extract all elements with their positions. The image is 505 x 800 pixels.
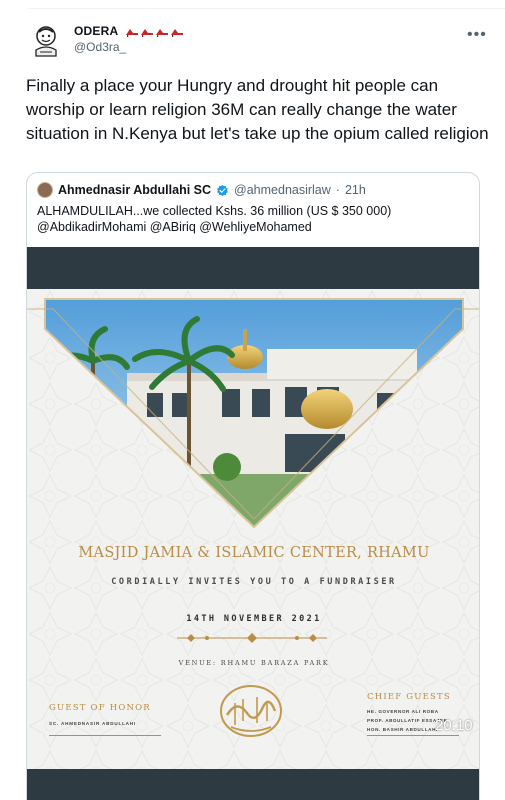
author-name-row[interactable]: ODERA xyxy=(74,24,184,38)
quoted-text: ALHAMDULILAH...we collected Kshs. 36 mil… xyxy=(37,204,392,234)
ornament-divider xyxy=(177,633,327,643)
chief-guest-item: HE. GOVERNOR ALI ROBA xyxy=(367,709,439,714)
mosque-illustration xyxy=(27,298,479,529)
quoted-time[interactable]: 21h xyxy=(345,183,366,197)
video-media[interactable]: MASJID JAMIA & ISLAMIC CENTER, RHAMU COR… xyxy=(27,247,479,800)
more-horizontal-icon[interactable]: ••• xyxy=(467,26,487,44)
high-heel-icon xyxy=(141,29,154,37)
guest-underline xyxy=(49,735,161,736)
quoted-author-name[interactable]: Ahmednasir Abdullahi SC xyxy=(58,183,211,197)
bismillah-calligraphy-icon xyxy=(220,685,282,737)
author-name[interactable]: ODERA xyxy=(74,24,118,38)
quoted-tweet-card[interactable]: Ahmednasir Abdullahi SC @ahmednasirlaw ·… xyxy=(26,172,480,800)
poster-date: 14TH NOVEMBER 2021 xyxy=(186,614,322,624)
meta-separator: · xyxy=(335,183,340,197)
high-heel-icon xyxy=(126,29,139,37)
guest-of-honor-label: GUEST OF HONOR xyxy=(49,703,151,713)
quoted-author-handle[interactable]: @ahmednasirlaw xyxy=(234,183,331,197)
chief-underline xyxy=(367,735,459,736)
fundraiser-poster: MASJID JAMIA & ISLAMIC CENTER, RHAMU COR… xyxy=(27,289,479,769)
poster-title: MASJID JAMIA & ISLAMIC CENTER, RHAMU xyxy=(78,545,430,561)
name-emojis xyxy=(125,25,184,37)
quoted-author-avatar[interactable] xyxy=(37,182,53,198)
high-heel-icon xyxy=(156,29,169,37)
chief-guests-label: CHIEF GUESTS xyxy=(367,692,451,702)
guest-of-honor-name: SC. AHMEDNASIR ABDULLAHI xyxy=(49,721,136,726)
tweet-text: Finally a place your Hungry and drought … xyxy=(26,76,489,143)
poster-invite: CORDIALLY INVITES YOU TO A FUNDRAISER xyxy=(111,577,397,587)
video-timer: 20:10 xyxy=(435,717,473,734)
quoted-header: Ahmednasir Abdullahi SC @ahmednasirlaw ·… xyxy=(37,182,366,198)
verified-badge-icon xyxy=(217,184,228,196)
top-divider xyxy=(28,8,505,9)
author-handle[interactable]: @Od3ra_ xyxy=(74,40,126,54)
poster-venue: VENUE: RHAMU BARAZA PARK xyxy=(178,659,330,667)
author-avatar[interactable] xyxy=(30,22,62,62)
high-heel-icon xyxy=(171,29,184,37)
